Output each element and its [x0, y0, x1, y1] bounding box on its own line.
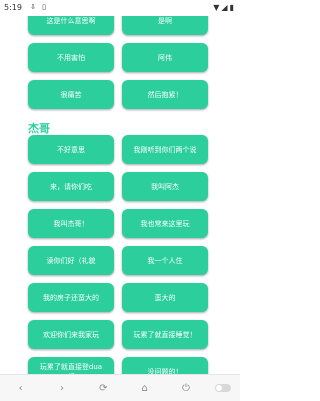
phrase-button[interactable]: 没问题的！ — [122, 357, 208, 374]
refresh-icon[interactable]: ⟳ — [91, 383, 115, 394]
jiege-section-buttons: 不好意思 我刚听到你们两个说 来，请你们吃 我叫阿杰 我叫杰哥！ 我也常来这里玩… — [28, 135, 208, 374]
phrase-button[interactable]: 我刚听到你们两个说 — [122, 135, 208, 164]
phrase-list[interactable]: 这是什么意思啊 是啊 不用害怕 阿伟 很痛苦 然后抱紧！ 杰哥 不好意思 我刚听… — [0, 16, 240, 374]
phrase-button[interactable]: 我叫杰哥！ — [28, 209, 114, 238]
browser-nav-bar: ‹ › ⟳ ⌂ ⏻ — [0, 374, 240, 401]
power-icon[interactable]: ⏻ — [174, 383, 198, 394]
phrase-button[interactable]: 我一个人住 — [122, 246, 208, 275]
section-title: 杰哥 — [28, 122, 50, 135]
phrase-button[interactable]: 蛮大的 — [122, 283, 208, 312]
phrase-button[interactable]: 不用害怕 — [28, 43, 114, 72]
phrase-button[interactable]: 阿伟 — [122, 43, 208, 72]
status-time: 5:19 — [4, 3, 22, 12]
phrase-button[interactable]: 来，请你们吃 — [28, 172, 114, 201]
phrase-button[interactable]: 玩累了就直接登dua 都 — [28, 357, 114, 374]
notification-icons: ⇩ ▯ — [30, 3, 48, 11]
phrase-button[interactable]: 欢迎你们来我家玩 — [28, 320, 114, 349]
phrase-button[interactable]: 不好意思 — [28, 135, 114, 164]
status-bar: 5:19 ⇩ ▯ ▼◢▮ — [0, 0, 240, 16]
phrase-button[interactable]: 很痛苦 — [28, 80, 114, 109]
phrase-button[interactable]: 我也常来这里玩 — [122, 209, 208, 238]
phrase-button[interactable]: 读你们好（礼貌 — [28, 246, 114, 275]
phrase-button[interactable]: 我叫阿杰 — [122, 172, 208, 201]
forward-icon[interactable]: › — [50, 383, 74, 394]
back-icon[interactable]: ‹ — [9, 383, 33, 394]
phrase-button[interactable]: 是啊 — [122, 16, 208, 35]
phrase-button[interactable]: 这是什么意思啊 — [28, 16, 114, 35]
home-icon[interactable]: ⌂ — [133, 383, 157, 394]
theme-toggle[interactable] — [215, 384, 232, 392]
system-status-icons: ▼◢▮ — [213, 3, 236, 12]
phrase-button[interactable]: 我的房子还蛮大的 — [28, 283, 114, 312]
previous-section-buttons: 这是什么意思啊 是啊 不用害怕 阿伟 很痛苦 然后抱紧！ — [28, 16, 208, 109]
phrase-button[interactable]: 然后抱紧！ — [122, 80, 208, 109]
phrase-button[interactable]: 玩累了就直接睡觉！ — [122, 320, 208, 349]
